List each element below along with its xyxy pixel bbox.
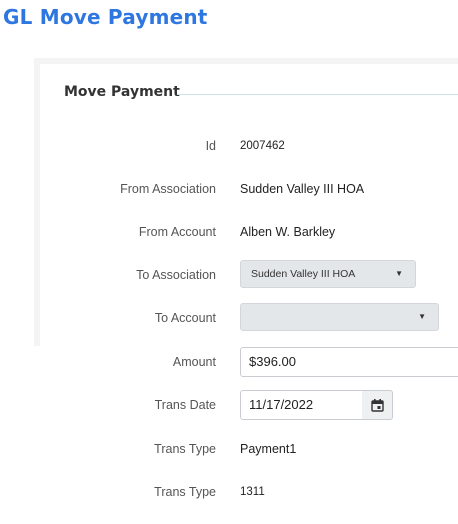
trans-type-code-label: Trans Type — [154, 485, 216, 499]
trans-date-input[interactable]: 11/17/2022 — [240, 390, 363, 420]
from-account-label: From Account — [138, 225, 216, 239]
from-association-value: Sudden Valley III HOA — [240, 182, 365, 196]
id-row: Id 2007462 — [0, 129, 458, 163]
to-account-label: To Account — [154, 311, 216, 325]
to-account-select[interactable]: ▼ — [240, 303, 439, 331]
section-title: Move Payment — [64, 84, 180, 100]
caret-down-icon: ▼ — [395, 269, 403, 278]
amount-input[interactable]: $396.00 — [240, 347, 458, 377]
trans-type-row: Trans Type Payment1 — [0, 432, 458, 466]
page-title: GL Move Payment — [3, 5, 208, 29]
calendar-icon — [371, 399, 384, 412]
to-association-selected: Sudden Valley III HOA — [251, 268, 356, 280]
from-association-label: From Association — [120, 182, 216, 196]
amount-row: Amount $396.00 — [0, 345, 458, 379]
to-account-row: To Account ▼ — [0, 301, 458, 335]
from-account-row: From Account Alben W. Barkley — [0, 215, 458, 249]
to-association-row: To Association Sudden Valley III HOA ▼ — [0, 258, 458, 292]
trans-date-label: Trans Date — [154, 398, 216, 412]
section-divider — [177, 94, 458, 95]
trans-date-row: Trans Date 11/17/2022 — [0, 388, 458, 422]
trans-type-value: Payment1 — [240, 442, 297, 456]
from-account-value: Alben W. Barkley — [240, 225, 336, 239]
id-value: 2007462 — [240, 140, 285, 152]
caret-down-icon: ▼ — [418, 312, 426, 321]
from-association-row: From Association Sudden Valley III HOA — [0, 172, 458, 206]
trans-type-label: Trans Type — [154, 442, 216, 456]
id-label: Id — [205, 139, 216, 153]
trans-type-code-row: Trans Type 1311 — [0, 475, 458, 509]
amount-label: Amount — [172, 355, 216, 369]
trans-type-code-value: 1311 — [240, 486, 265, 498]
to-association-select[interactable]: Sudden Valley III HOA ▼ — [240, 260, 416, 288]
to-association-label: To Association — [136, 268, 216, 282]
calendar-button[interactable] — [362, 390, 393, 420]
